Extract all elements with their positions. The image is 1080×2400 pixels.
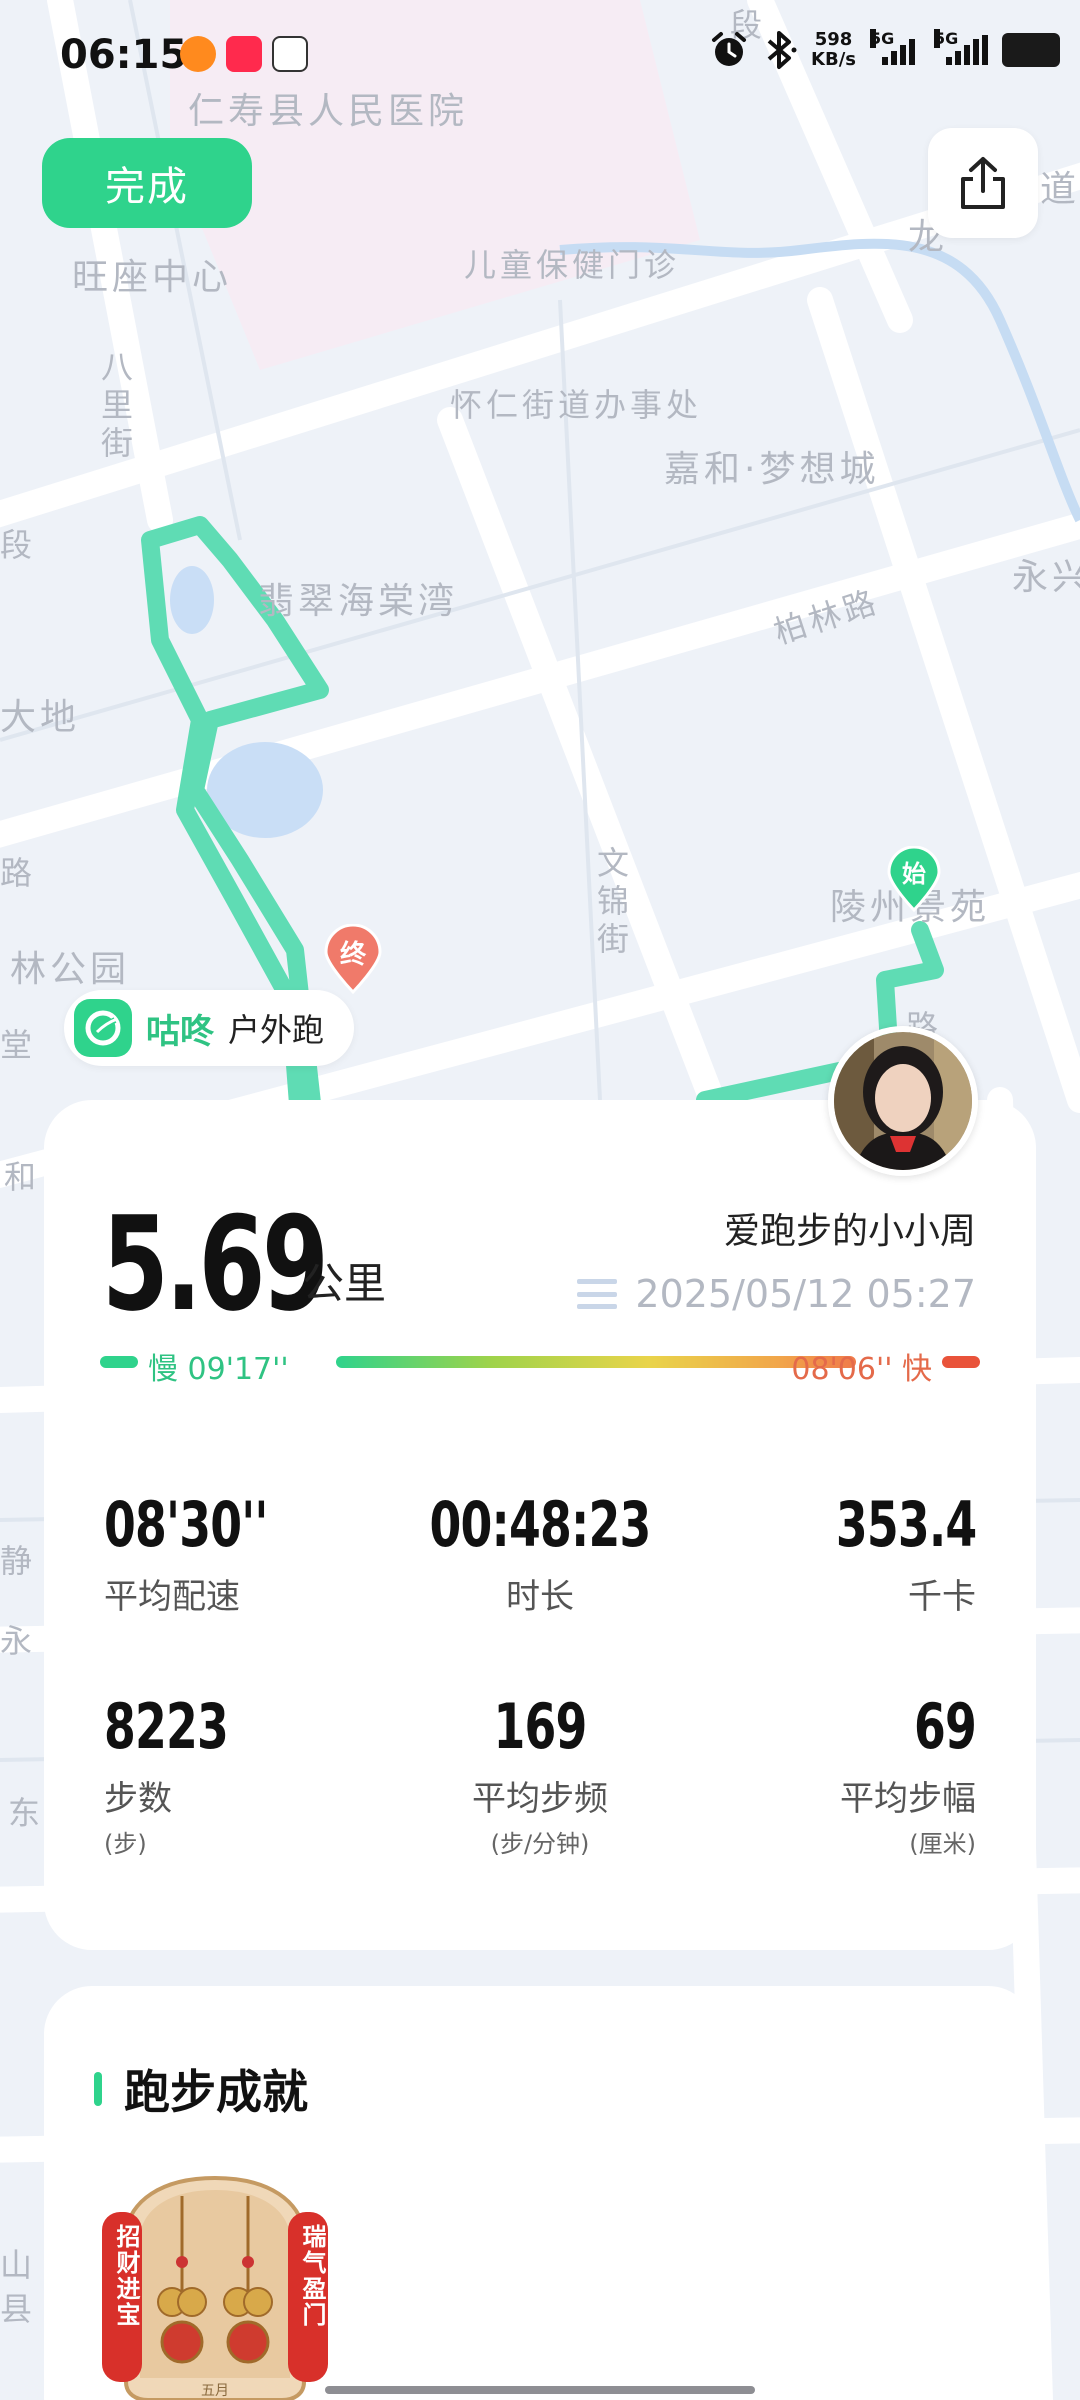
start-marker-label: 始 (902, 860, 926, 888)
brand-subtitle: 户外跑 (228, 1011, 325, 1049)
route-end-marker: 终 (324, 924, 382, 994)
share-icon (961, 157, 1005, 209)
sim1-network-type: 5G (870, 29, 895, 48)
brand-badge: 咕咚 户外跑 (64, 990, 355, 1066)
xiaohongshu-icon (226, 36, 262, 72)
bluetooth-icon (767, 31, 797, 69)
signal-icon-sim2: 5G (934, 29, 988, 65)
user-avatar[interactable] (828, 1026, 978, 1176)
share-button[interactable] (928, 128, 1038, 238)
sim2-network-type: 5G (934, 29, 959, 48)
map-label-shan: 山 (0, 2246, 37, 2284)
pace-range-bar: 慢 09'17'' 08'06'' 快 (100, 1344, 980, 1387)
stride-unit: (厘米) (909, 1830, 976, 1858)
medal-left-text: 招财进宝 (112, 2224, 140, 2328)
duration-label: 时长 (506, 1577, 574, 1617)
map-label-dao: 道 (1040, 169, 1080, 210)
run-summary-card: 5.69 公里 爱跑步的小小周 2025/05/12 05:27 慢 09'17… (44, 1100, 1036, 1950)
map-label-tang: 堂 (0, 1026, 37, 1064)
avg-pace-label: 平均配速 (104, 1577, 240, 1617)
signal-icon-sim1: 5G (870, 29, 920, 65)
notification-app-icon (180, 36, 216, 72)
distance-unit: 公里 (302, 1259, 387, 1308)
metric-calories: 353.4 千卡 (805, 1488, 976, 1618)
pace-gradient (336, 1356, 856, 1368)
metric-cadence: 169 平均步频 (步/分钟) (340, 1690, 740, 1859)
status-right: 598 KB/s 5G 5G (709, 29, 1060, 70)
end-marker-label: 终 (339, 940, 366, 970)
title-accent-bar (94, 2072, 102, 2106)
map-label-yongxing: 永兴 (1012, 557, 1080, 598)
map-label-feicui: 翡翠海棠湾 (258, 581, 459, 622)
map-label-dong: 东 (8, 1794, 45, 1832)
map-label-xian: 县 (0, 2290, 37, 2328)
medal-right-text: 瑞气盈门 (298, 2224, 326, 2328)
map-label-duan-left: 段 (0, 526, 37, 564)
map-label-children-clinic: 儿童保健门诊 (464, 246, 681, 284)
network-speed-value: 598 (814, 29, 853, 50)
duration-value: 00:48:23 (429, 1488, 652, 1561)
distance-value: 5.69 (102, 1188, 329, 1340)
metric-duration: 00:48:23 时长 (340, 1488, 740, 1618)
cadence-unit: (步/分钟) (490, 1830, 590, 1858)
status-bar: 06:15 598 KB/s 5G 5G (0, 0, 1080, 110)
fast-pace-label: 08'06'' 快 (791, 1352, 932, 1387)
menu-lines-icon (577, 1279, 618, 1309)
info-icon (272, 36, 308, 72)
steps-value: 8223 (104, 1690, 229, 1763)
calories-label: 千卡 (908, 1577, 976, 1617)
achievement-medal[interactable]: 招财进宝 瑞气盈门 五月 (100, 2172, 330, 2400)
slow-pace-label: 慢 09'17'' (148, 1352, 289, 1387)
fast-pace-dot (942, 1356, 980, 1368)
metric-avg-pace: 08'30'' 平均配速 (104, 1488, 303, 1618)
status-app-icons (180, 36, 308, 72)
metric-stride: 69 平均步幅 (厘米) (840, 1690, 977, 1859)
username: 爱跑步的小小周 (723, 1211, 976, 1252)
avg-pace-value: 08'30'' (104, 1488, 268, 1561)
map-label-linpark: 林公园 (10, 949, 131, 990)
map-label-wangzuo: 旺座中心 (72, 257, 233, 298)
avatar-image (834, 1032, 972, 1170)
route-start-marker: 始 (887, 846, 941, 912)
status-time: 06:15 (60, 32, 188, 78)
map-label-wenjin-street: 文锦街 (592, 846, 630, 960)
medal-bottom-text: 五月 (201, 2383, 229, 2399)
map-label-jiahe: 嘉和·梦想城 (664, 449, 880, 490)
map-label-lu-left: 路 (0, 854, 37, 892)
steps-unit: (步) (104, 1830, 147, 1858)
codoon-logo-icon (74, 999, 132, 1057)
cadence-label: 平均步频 (472, 1779, 608, 1819)
cadence-value: 169 (493, 1690, 587, 1763)
steps-label: 步数 (104, 1779, 172, 1819)
run-datetime-row: 2025/05/12 05:27 (577, 1272, 976, 1316)
brand-name: 咕咚 (146, 1011, 214, 1052)
map-label-he: 和 (4, 1158, 41, 1196)
map-label-dadi: 大地 (0, 697, 81, 738)
stride-label: 平均步幅 (840, 1779, 976, 1819)
network-speed: 598 KB/s (811, 30, 856, 70)
metric-steps: 8223 步数 (步) (104, 1690, 255, 1859)
slow-pace-dot (100, 1356, 138, 1368)
achievement-title-row: 跑步成就 (94, 2056, 308, 2122)
stride-value: 69 (913, 1690, 977, 1763)
calories-value: 353.4 (835, 1488, 976, 1561)
done-button[interactable]: 完成 (42, 138, 252, 228)
network-speed-unit: KB/s (811, 49, 856, 70)
map-label-yong: 永 (0, 1622, 37, 1660)
battery-icon (1002, 33, 1060, 67)
achievement-card: 跑步成就 招财进宝 瑞气盈门 五月 (44, 1986, 1036, 2400)
alarm-icon (712, 32, 747, 66)
map-label-huairen-office: 怀仁街道办事处 (450, 386, 703, 424)
achievement-title: 跑步成就 (124, 2065, 308, 2119)
map-label-jing: 静 (0, 1542, 37, 1580)
run-datetime: 2025/05/12 05:27 (635, 1272, 976, 1316)
map-label-bali-street: 八里街 (96, 350, 134, 464)
home-indicator[interactable] (325, 2386, 755, 2394)
